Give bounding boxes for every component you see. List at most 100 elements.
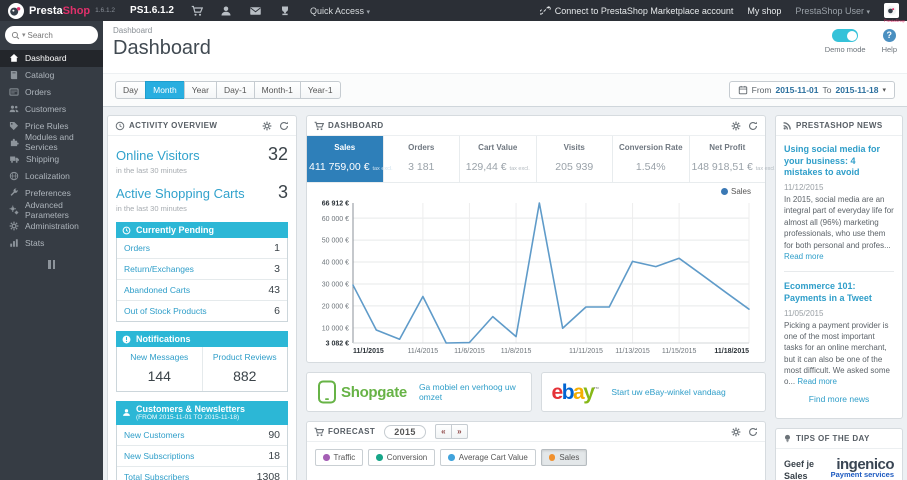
panel-refresh-icon[interactable] (748, 121, 758, 131)
shopgate-logo: Shopgate (317, 380, 407, 404)
help-label: Help (881, 45, 897, 54)
sidebar-item-catalog[interactable]: Catalog (0, 67, 103, 84)
globe-icon (9, 171, 19, 181)
kpi-orders[interactable]: Orders 3 181 (382, 136, 460, 182)
notifications-header: Notifications (116, 331, 288, 347)
kpi-cart-value[interactable]: Cart Value 129,44 € tax excl. (459, 136, 536, 182)
new-messages-link[interactable]: New Messages (119, 352, 200, 362)
sidebar-item-customers[interactable]: Customers (0, 100, 103, 117)
forecast-panel: FORECAST 2015 « » Traffic Conversion Ave… (306, 421, 766, 480)
quick-access-menu[interactable]: Quick Access ▾ (310, 6, 370, 16)
online-visitors-value: 32 (267, 144, 288, 164)
forecast-avg-cart-toggle[interactable]: Average Cart Value (440, 449, 536, 466)
ebay-link[interactable]: Start uw eBay-winkel vandaag (611, 387, 725, 397)
demo-mode-toggle[interactable] (832, 29, 859, 42)
user-menu[interactable]: PrestaShop User ▾ (795, 6, 870, 16)
out-of-stock-link[interactable]: Out of Stock Products (124, 306, 207, 316)
shopgate-link[interactable]: Ga mobiel en verhoog uw omzet (419, 382, 521, 402)
sidebar-collapse-button[interactable] (48, 259, 55, 269)
trophy-icon[interactable] (279, 5, 291, 17)
kpi-sales[interactable]: Sales 411 759,00 € tax excl. (307, 136, 393, 182)
from-date: 2015-11-01 (775, 85, 819, 95)
total-subscribers-link[interactable]: Total Subscribers (124, 472, 189, 480)
sidebar-item-localization[interactable]: Localization (0, 168, 103, 185)
pending-row: Return/Exchanges 3 (117, 259, 287, 280)
kpi-visits[interactable]: Visits 205 939 (535, 136, 613, 182)
forecast-conversion-toggle[interactable]: Conversion (368, 449, 436, 466)
marketplace-link[interactable]: Connect to PrestaShop Marketplace accoun… (539, 5, 733, 16)
news-article-excerpt: In 2015, social media are an integral pa… (784, 195, 894, 261)
active-carts-link[interactable]: Active Shopping Carts (116, 186, 245, 201)
help-icon[interactable]: ? (882, 29, 896, 42)
activity-panel-title: ACTIVITY OVERVIEW (129, 121, 218, 130)
product-reviews-link[interactable]: Product Reviews (205, 352, 286, 362)
brand-version: 1.6.1.2 (95, 7, 116, 14)
orders-link[interactable]: Orders (124, 243, 150, 253)
prestashop-logo[interactable]: PrestaShop 1.6.1.2 (8, 2, 116, 19)
svg-text:40 000 €: 40 000 € (322, 260, 349, 267)
new-customers-link[interactable]: New Customers (124, 430, 184, 440)
abandoned-carts-link[interactable]: Abandoned Carts (124, 285, 190, 295)
sidebar-item-modules[interactable]: Modules and Services (0, 132, 103, 152)
search-input[interactable] (27, 30, 80, 40)
read-more-link[interactable]: Read more (797, 377, 837, 386)
card-icon (9, 88, 19, 96)
panel-refresh-icon[interactable] (748, 427, 758, 437)
sidebar-item-orders[interactable]: Orders (0, 84, 103, 101)
forecast-prev-button[interactable]: « (434, 424, 452, 439)
returns-link[interactable]: Return/Exchanges (124, 264, 194, 274)
my-shop-link[interactable]: My shop (747, 6, 781, 16)
sidebar-item-shipping[interactable]: Shipping (0, 151, 103, 168)
period-month-1-button[interactable]: Month-1 (253, 81, 301, 99)
panel-settings-icon[interactable] (731, 427, 741, 437)
find-more-news-link[interactable]: Find more news (784, 388, 894, 414)
ebay-logo: ebay™ (551, 380, 600, 404)
cart-icon[interactable] (191, 5, 203, 17)
panel-settings-icon[interactable] (731, 121, 741, 131)
customers-row: New Subscriptions 18 (117, 446, 287, 467)
product-reviews-cell: Product Reviews 882 (203, 347, 288, 391)
sidebar-item-stats[interactable]: Stats (0, 235, 103, 252)
news-article-date: 11/05/2015 (784, 308, 824, 318)
demo-mode-label: Demo mode (824, 45, 866, 54)
period-year-button[interactable]: Year (183, 81, 217, 99)
kpi-conversion-rate[interactable]: Conversion Rate 1.54% (612, 136, 689, 182)
forecast-series-toggles: Traffic Conversion Average Cart Value Sa… (307, 442, 765, 475)
forecast-traffic-toggle[interactable]: Traffic (315, 449, 364, 466)
search-icon (11, 31, 20, 39)
chevron-down-icon: ▾ (866, 8, 870, 16)
panel-refresh-icon[interactable] (279, 121, 289, 131)
home-icon (9, 54, 19, 63)
kpi-net-profit[interactable]: Net Profit 148 918,51 € tax excl. (688, 136, 776, 182)
mail-icon[interactable] (249, 5, 262, 17)
sidebar-item-administration[interactable]: Administration (0, 218, 103, 235)
forecast-year: 2015 (384, 424, 426, 439)
panel-settings-icon[interactable] (262, 121, 272, 131)
new-subscriptions-link[interactable]: New Subscriptions (124, 451, 194, 461)
read-more-link[interactable]: Read more (784, 252, 824, 261)
period-month-button[interactable]: Month (145, 81, 185, 99)
customers-row: New Customers 90 (117, 425, 287, 446)
news-article-title[interactable]: Ecommerce 101: Payments in a Tweet (784, 281, 894, 304)
period-year-1-button[interactable]: Year-1 (299, 81, 341, 99)
online-visitors-link[interactable]: Online Visitors (116, 148, 200, 163)
sidebar-item-advanced-parameters[interactable]: Advanced Parameters (0, 200, 103, 220)
svg-text:11/15/2015: 11/15/2015 (662, 348, 697, 355)
news-article-title[interactable]: Using social media for your business: 4 … (784, 144, 894, 179)
user-icon[interactable] (220, 5, 232, 17)
activity-overview-panel: ACTIVITY OVERVIEW Online Visitors 32 in t… (107, 115, 297, 480)
sidebar-item-dashboard[interactable]: Dashboard (0, 50, 103, 67)
bar-chart-icon (10, 239, 18, 247)
period-day-1-button[interactable]: Day-1 (215, 81, 255, 99)
svg-text:20 000 €: 20 000 € (322, 303, 349, 310)
forecast-sales-toggle[interactable]: Sales (540, 449, 588, 466)
sidebar-search[interactable]: ▾ (5, 26, 98, 44)
help-control: ? Help (882, 29, 897, 54)
date-range-picker[interactable]: From 2015-11-01 To 2015-11-18 ▾ (728, 81, 895, 99)
news-panel-title: PRESTASHOP NEWS (796, 121, 883, 130)
svg-text:50 000 €: 50 000 € (322, 238, 349, 245)
user-avatar[interactable]: PrestaShop (884, 3, 905, 23)
forecast-next-button[interactable]: » (450, 424, 468, 439)
search-scope-caret[interactable]: ▾ (22, 31, 26, 39)
period-day-button[interactable]: Day (115, 81, 147, 99)
